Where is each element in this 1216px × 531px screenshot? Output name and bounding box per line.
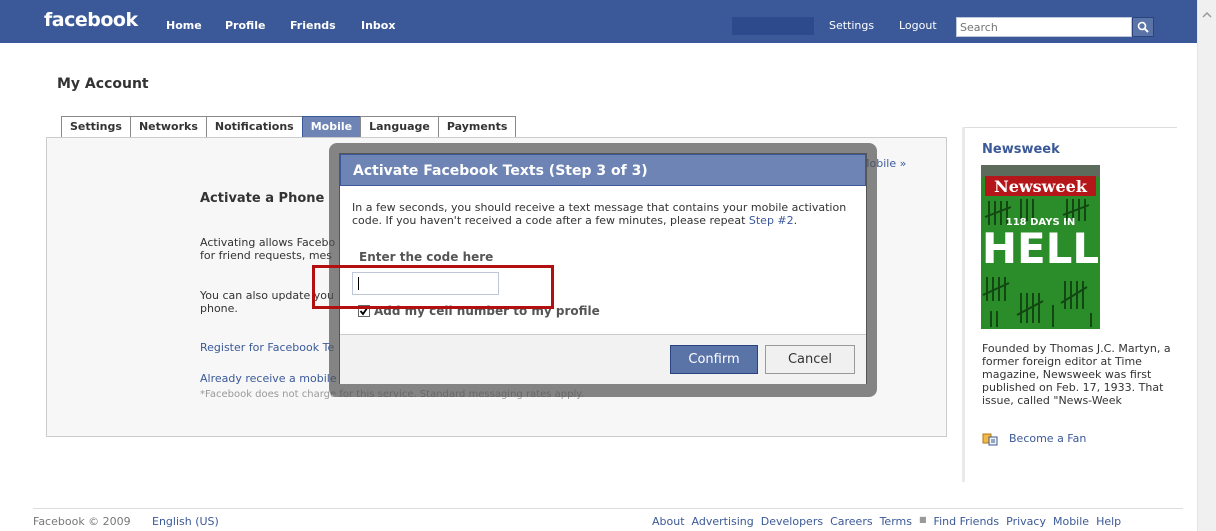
footer-link-terms[interactable]: Terms bbox=[880, 515, 912, 528]
nav-home-link[interactable]: Home bbox=[166, 19, 202, 32]
footer-link-careers[interactable]: Careers bbox=[830, 515, 873, 528]
user-name-box[interactable] bbox=[732, 17, 814, 35]
search-button[interactable] bbox=[1132, 17, 1154, 37]
sidebar-divider bbox=[965, 127, 1177, 128]
already-receive-link[interactable]: Already receive a mobile bbox=[200, 372, 337, 385]
footer-language-link[interactable]: English (US) bbox=[152, 515, 219, 528]
account-tabs: Settings Networks Notifications Mobile L… bbox=[61, 116, 517, 137]
activate-phone-heading: Activate a Phone bbox=[200, 191, 325, 206]
footer-link-privacy[interactable]: Privacy bbox=[1006, 515, 1046, 528]
cover-headline-large: HELL bbox=[981, 224, 1100, 273]
facebook-logo[interactable]: facebook bbox=[44, 9, 138, 31]
panel-text-line: Activating allows Facebo bbox=[200, 236, 336, 249]
nav-logout-link[interactable]: Logout bbox=[899, 19, 937, 32]
nav-friends-link[interactable]: Friends bbox=[290, 19, 336, 32]
dialog-body-text: In a few seconds, you should receive a t… bbox=[352, 201, 847, 227]
dialog-title: Activate Facebook Texts (Step 3 of 3) bbox=[340, 154, 866, 186]
scroll-up-arrow-icon[interactable] bbox=[1200, 8, 1214, 22]
magnifier-icon bbox=[1137, 21, 1149, 33]
footer-divider bbox=[33, 508, 1183, 509]
footer-link-advertising[interactable]: Advertising bbox=[692, 515, 754, 528]
footer-link-mobile[interactable]: Mobile bbox=[1053, 515, 1089, 528]
code-field-highlight bbox=[312, 265, 554, 309]
page-title: My Account bbox=[57, 76, 149, 92]
search-input[interactable] bbox=[956, 17, 1132, 37]
tab-notifications[interactable]: Notifications bbox=[205, 116, 302, 137]
panel-text-line: phone. bbox=[200, 302, 238, 315]
footer-link-developers[interactable]: Developers bbox=[761, 515, 823, 528]
become-a-fan-link[interactable]: Become a Fan bbox=[1009, 432, 1086, 445]
step-2-link[interactable]: Step #2 bbox=[749, 214, 794, 227]
newsweek-page-link[interactable]: Newsweek bbox=[982, 142, 1060, 157]
tab-networks[interactable]: Networks bbox=[129, 116, 206, 137]
tab-settings[interactable]: Settings bbox=[61, 116, 130, 137]
footer-separator-icon: ■ bbox=[918, 515, 927, 524]
nav-inbox-link[interactable]: Inbox bbox=[361, 19, 395, 32]
footer-link-help[interactable]: Help bbox=[1096, 515, 1121, 528]
confirm-button[interactable]: Confirm bbox=[670, 345, 758, 374]
footer-link-about[interactable]: About bbox=[652, 515, 685, 528]
dialog-footer: Confirm Cancel bbox=[340, 334, 866, 384]
register-facebook-texts-link[interactable]: Register for Facebook Te bbox=[200, 341, 334, 354]
footer-copyright: Facebook © 2009 bbox=[33, 515, 131, 528]
panel-text-line: for friend requests, mes bbox=[200, 249, 333, 262]
page-description: Founded by Thomas J.C. Martyn, a former … bbox=[982, 342, 1171, 407]
newsweek-cover-image[interactable]: Newsweek 118 DAYS IN HELL bbox=[981, 165, 1100, 329]
nav-settings-link[interactable]: Settings bbox=[829, 19, 874, 32]
footer-link-find-friends[interactable]: Find Friends bbox=[934, 515, 1000, 528]
tab-language[interactable]: Language bbox=[360, 116, 438, 137]
cancel-button[interactable]: Cancel bbox=[765, 345, 855, 374]
tab-payments[interactable]: Payments bbox=[437, 116, 517, 137]
tab-mobile[interactable]: Mobile bbox=[301, 116, 361, 137]
vertical-scrollbar[interactable] bbox=[1197, 0, 1216, 531]
nav-profile-link[interactable]: Profile bbox=[225, 19, 265, 32]
code-label: Enter the code here bbox=[359, 250, 494, 264]
footer-links: About Advertising Developers Careers Ter… bbox=[652, 515, 1121, 528]
become-fan-icon bbox=[982, 433, 998, 446]
